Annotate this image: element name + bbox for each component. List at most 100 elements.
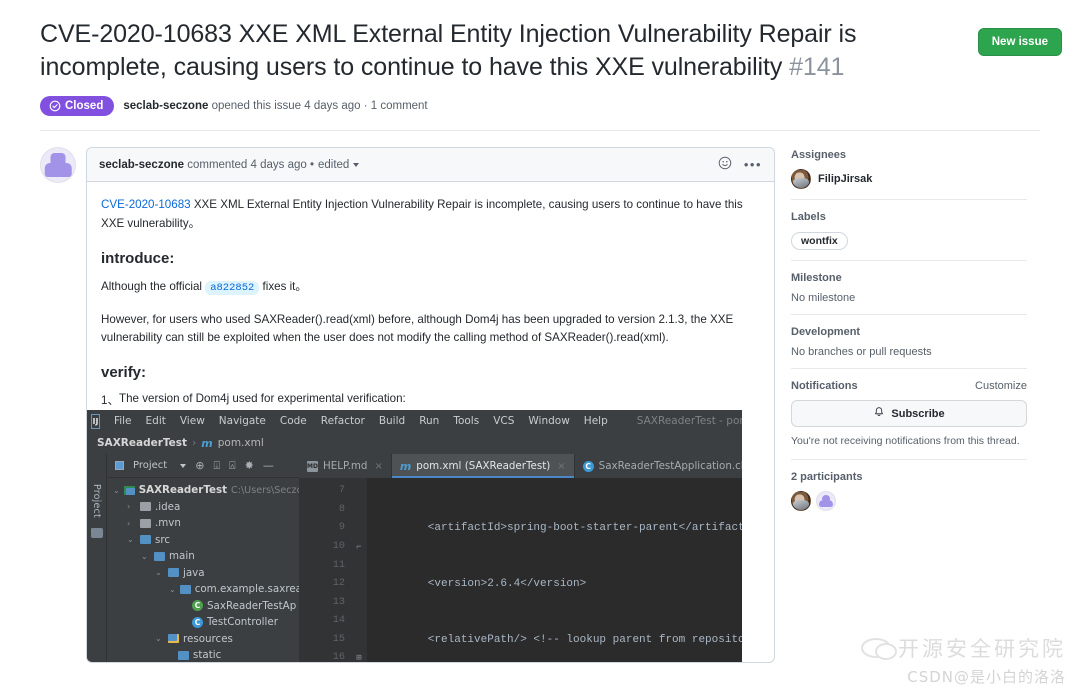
sidebar-labels-title[interactable]: Labels bbox=[791, 211, 1027, 223]
collapse-icon[interactable]: ⍗ bbox=[213, 459, 220, 473]
ide-project-toolbar: Project ⊕ ⍗ ⍓ ✸ — bbox=[107, 454, 299, 479]
close-icon[interactable]: × bbox=[374, 461, 382, 472]
tree-item-static[interactable]: static bbox=[107, 647, 299, 662]
ide-menu-refactor[interactable]: Refactor bbox=[314, 413, 372, 429]
tree-item-idea[interactable]: › .idea bbox=[107, 499, 299, 516]
locate-icon[interactable]: ⊕ bbox=[195, 459, 204, 472]
participant-avatar[interactable] bbox=[816, 490, 836, 511]
chevron-down-icon[interactable]: ⌄ bbox=[113, 486, 120, 495]
tree-item-testcontroller[interactable]: C TestController bbox=[107, 614, 299, 631]
assignee-row[interactable]: FilipJirsak bbox=[791, 169, 1027, 189]
chevron-right-icon[interactable]: › bbox=[127, 519, 136, 528]
chevron-down-icon[interactable]: ⌄ bbox=[155, 634, 164, 643]
new-issue-label: New issue bbox=[991, 36, 1048, 48]
comment-timestamp: commented 4 days ago bbox=[187, 158, 307, 171]
tree-item-src[interactable]: ⌄ src bbox=[107, 532, 299, 549]
breadcrumb-project[interactable]: SAXReaderTest bbox=[97, 437, 187, 449]
commit-sha-link[interactable]: a822852 bbox=[205, 280, 260, 295]
tab-pom-xml[interactable]: m pom.xml (SAXReaderTest) × bbox=[391, 454, 575, 479]
comment-intro-rest: XXE XML External Entity Injection Vulner… bbox=[101, 198, 743, 230]
breadcrumb-separator-icon: › bbox=[192, 437, 197, 450]
tree-item-label: .idea bbox=[155, 500, 181, 513]
ide-menu-tools[interactable]: Tools bbox=[446, 413, 486, 429]
line-number: 9 bbox=[338, 522, 345, 534]
sidebar: Assignees FilipJirsak Labels wontfix Mil… bbox=[775, 147, 1027, 663]
structure-icon[interactable] bbox=[91, 528, 103, 539]
chevron-down-icon[interactable]: ⌄ bbox=[141, 552, 150, 561]
issue-author[interactable]: seclab-seczone bbox=[123, 100, 208, 112]
tree-item-java[interactable]: ⌄ java bbox=[107, 565, 299, 582]
class-icon: C bbox=[192, 616, 203, 628]
sidebar-milestone-title[interactable]: Milestone bbox=[791, 272, 1027, 284]
ide-code-lines[interactable]: <artifactId>spring-boot-starter-parent</… bbox=[367, 478, 742, 662]
expand-icon[interactable]: ⍓ bbox=[229, 459, 236, 473]
ide-rail-project-label[interactable]: Project bbox=[91, 484, 102, 518]
status-badge-label: Closed bbox=[65, 100, 104, 112]
watermark-line-2: CSDN@是小白的洛洛 bbox=[907, 668, 1066, 686]
gear-icon[interactable]: ✸ bbox=[245, 459, 254, 472]
ide-menu-help[interactable]: Help bbox=[577, 413, 615, 429]
ide-menu-file[interactable]: File bbox=[107, 413, 139, 429]
breadcrumb-file[interactable]: pom.xml bbox=[218, 437, 264, 449]
new-issue-button[interactable]: New issue bbox=[977, 28, 1062, 57]
ide-menu-vcs[interactable]: VCS bbox=[486, 413, 521, 429]
participant-avatar[interactable] bbox=[791, 490, 811, 511]
sidebar-development-title[interactable]: Development bbox=[791, 326, 1027, 338]
ide-menu-build[interactable]: Build bbox=[372, 413, 412, 429]
subscribe-button[interactable]: Subscribe bbox=[791, 400, 1027, 427]
sidebar-notifications-title: Notifications Customize bbox=[791, 380, 1027, 392]
hide-icon[interactable]: — bbox=[263, 459, 274, 472]
tree-item-main[interactable]: ⌄ main bbox=[107, 548, 299, 565]
comment-edited-label[interactable]: edited bbox=[318, 159, 349, 171]
project-dropdown-icon[interactable] bbox=[180, 463, 187, 468]
fold-end-icon[interactable]: ⌐ bbox=[351, 538, 367, 557]
ide-menu-view[interactable]: View bbox=[173, 413, 212, 429]
kebab-icon[interactable]: ••• bbox=[744, 158, 762, 171]
ide-menu-window[interactable]: Window bbox=[521, 413, 576, 429]
milestone-label: Milestone bbox=[791, 272, 842, 284]
ide-menu-code[interactable]: Code bbox=[273, 413, 314, 429]
list-item-label: The version of Dom4j used for experiment… bbox=[119, 392, 406, 406]
tab-saxreadertestapplication-class[interactable]: C SaxReaderTestApplication.class × bbox=[575, 454, 742, 478]
comment-header-actions: ••• bbox=[718, 156, 762, 173]
sidebar-section-assignees: Assignees FilipJirsak bbox=[791, 149, 1027, 199]
comment-card: seclab-seczone commented 4 days ago • ed… bbox=[86, 147, 775, 663]
ide-project-panel: Project ⊕ ⍗ ⍓ ✸ — ⌄ SAXReaderTest C:\Users… bbox=[107, 454, 309, 662]
cve-link[interactable]: CVE-2020-10683 bbox=[101, 198, 191, 211]
tree-item-saxreadertestapplication[interactable]: C SaxReaderTestAp bbox=[107, 598, 299, 615]
fold-collapsed-icon[interactable]: ⊞ bbox=[351, 649, 367, 662]
chevron-right-icon[interactable]: › bbox=[127, 502, 136, 511]
tree-item-mvn[interactable]: › .mvn bbox=[107, 515, 299, 532]
customize-link[interactable]: Customize bbox=[975, 380, 1027, 392]
tab-help-md[interactable]: MD HELP.md × bbox=[299, 454, 392, 479]
close-icon[interactable]: × bbox=[557, 461, 565, 472]
folder-icon bbox=[140, 502, 151, 512]
tree-item-resources[interactable]: ⌄ resources bbox=[107, 631, 299, 648]
chevron-down-icon[interactable]: ⌄ bbox=[169, 585, 176, 594]
tree-item-saxreadertest[interactable]: ⌄ SAXReaderTest C:\Users\Seczon bbox=[107, 482, 309, 499]
avatar[interactable] bbox=[40, 147, 76, 183]
issue-title-text: CVE-2020-10683 XXE XML External Entity I… bbox=[40, 20, 857, 81]
chevron-down-icon[interactable] bbox=[353, 162, 360, 167]
code-line: <version>2.6.4</version> bbox=[375, 578, 587, 591]
smiley-icon[interactable] bbox=[718, 156, 732, 173]
assignee-name[interactable]: FilipJirsak bbox=[818, 173, 872, 185]
participants-list bbox=[791, 490, 1027, 511]
comment-author[interactable]: seclab-seczone bbox=[99, 159, 184, 171]
maven-icon: m bbox=[399, 459, 412, 473]
chevron-down-icon[interactable]: ⌄ bbox=[127, 535, 136, 544]
maven-icon: m bbox=[201, 436, 213, 450]
ide-project-toolbar-label[interactable]: Project bbox=[133, 460, 167, 471]
issue-meta-text: seclab-seczone opened this issue 4 days … bbox=[123, 100, 427, 112]
ide-menu-edit[interactable]: Edit bbox=[139, 413, 173, 429]
ide-menu-navigate[interactable]: Navigate bbox=[212, 413, 273, 429]
sidebar-assignees-title[interactable]: Assignees bbox=[791, 149, 1027, 161]
ide-menu-run[interactable]: Run bbox=[412, 413, 446, 429]
label-chip-wontfix[interactable]: wontfix bbox=[791, 232, 848, 250]
sidebar-section-participants: 2 participants bbox=[791, 458, 1027, 521]
chevron-down-icon[interactable]: ⌄ bbox=[155, 568, 164, 577]
tree-item-package[interactable]: ⌄ com.example.saxrea bbox=[107, 581, 302, 598]
